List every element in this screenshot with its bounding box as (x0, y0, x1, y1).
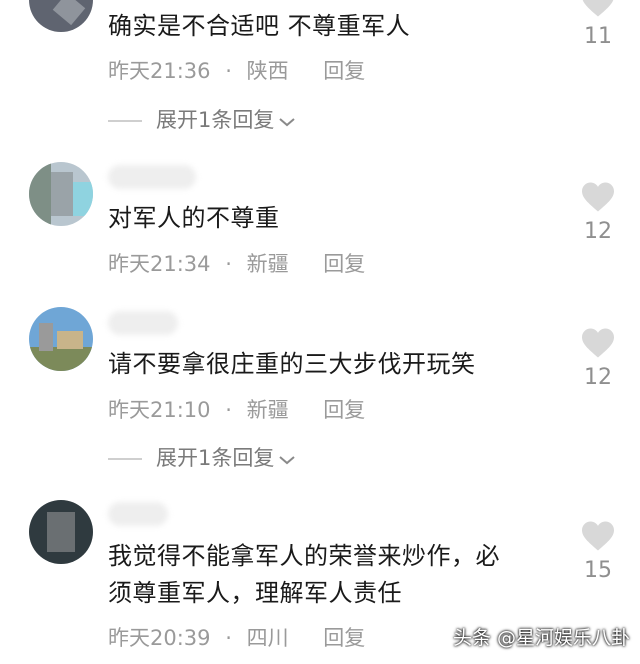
reply-button[interactable]: 回复 (323, 55, 365, 85)
expand-replies-button[interactable]: 展开1条回复 (108, 442, 296, 472)
comment-time: 昨天21:34 (108, 252, 211, 276)
comment-meta: 昨天21:10 · 新疆 回复 (108, 394, 365, 424)
comment-meta: 昨天20:39 · 四川 回复 (108, 622, 365, 652)
comment-location: 四川 (246, 626, 289, 650)
like-button[interactable]: 11 (576, 0, 620, 49)
expand-label: 展开1条回复 (156, 108, 275, 132)
reply-button[interactable]: 回复 (323, 248, 365, 278)
comment-time: 昨天21:10 (108, 398, 211, 422)
heart-icon (582, 328, 614, 358)
expand-divider (108, 458, 142, 460)
avatar[interactable] (29, 307, 93, 371)
heart-icon (582, 521, 614, 551)
expand-divider (108, 120, 142, 122)
like-count: 11 (584, 24, 612, 49)
comment-text: 确实是不合适吧 不尊重军人 (108, 12, 411, 40)
expand-label: 展开1条回复 (156, 446, 275, 470)
heart-icon (582, 182, 614, 212)
chevron-down-icon (278, 109, 296, 133)
like-count: 12 (584, 219, 612, 244)
reply-button[interactable]: 回复 (323, 622, 365, 652)
comment-meta: 昨天21:34 · 新疆 回复 (108, 248, 365, 278)
meta-separator: · (225, 398, 232, 422)
avatar[interactable] (29, 500, 93, 564)
comment-text: 我觉得不能拿军人的荣誉来炒作，必 (108, 542, 500, 570)
comment-meta: 昨天21:36 · 陕西 回复 (108, 55, 365, 85)
chevron-down-icon (278, 447, 296, 471)
like-button[interactable]: 12 (576, 181, 620, 244)
comment-time: 昨天21:36 (108, 59, 211, 83)
heart-icon (582, 0, 614, 17)
watermark: 头条 @星河娱乐八卦 (452, 627, 630, 649)
meta-separator: · (225, 252, 232, 276)
avatar[interactable] (29, 0, 93, 32)
comment-text: 对军人的不尊重 (108, 204, 280, 232)
comment-text: 须尊重军人，理解军人责任 (108, 579, 402, 607)
meta-separator: · (225, 59, 232, 83)
comment-text: 请不要拿很庄重的三大步伐开玩笑 (108, 350, 476, 378)
meta-separator: · (225, 626, 232, 650)
like-count: 15 (584, 558, 612, 583)
like-button[interactable]: 15 (576, 520, 620, 583)
comment-time: 昨天20:39 (108, 626, 211, 650)
comment-location: 陕西 (246, 59, 289, 83)
like-button[interactable]: 12 (576, 327, 620, 390)
comment-location: 新疆 (246, 398, 289, 422)
comment-location: 新疆 (246, 252, 289, 276)
like-count: 12 (584, 365, 612, 390)
reply-button[interactable]: 回复 (323, 394, 365, 424)
username[interactable] (108, 311, 178, 335)
username[interactable] (108, 502, 168, 526)
avatar[interactable] (29, 162, 93, 226)
expand-replies-button[interactable]: 展开1条回复 (108, 104, 296, 134)
username[interactable] (108, 165, 196, 189)
